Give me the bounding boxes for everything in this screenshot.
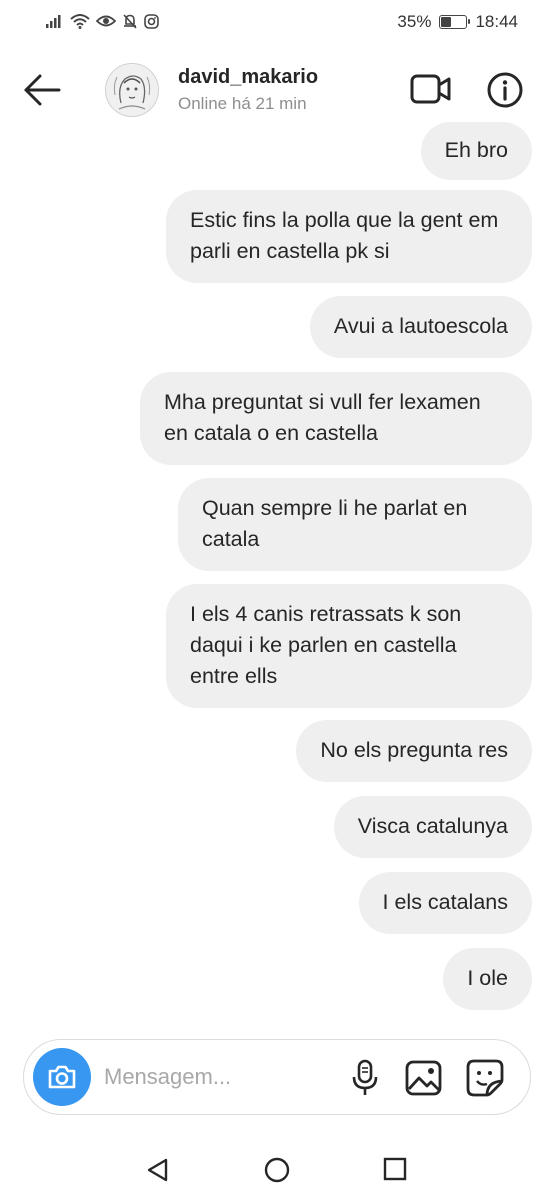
bell-off-icon bbox=[123, 14, 137, 29]
wifi-icon bbox=[70, 14, 90, 29]
gallery-button[interactable] bbox=[404, 1058, 444, 1098]
back-button[interactable] bbox=[22, 70, 62, 110]
microphone-icon bbox=[352, 1059, 378, 1095]
image-icon bbox=[405, 1060, 442, 1096]
avatar[interactable] bbox=[105, 63, 159, 117]
message-bubble[interactable]: I ole bbox=[443, 948, 532, 1010]
message-bubble[interactable]: No els pregunta res bbox=[296, 720, 532, 782]
presence-status: Online há 21 min bbox=[178, 94, 307, 113]
triangle-back-icon bbox=[147, 1158, 168, 1182]
voice-message-button[interactable] bbox=[347, 1058, 383, 1098]
camera-icon bbox=[48, 1065, 76, 1089]
nav-recents-button[interactable] bbox=[382, 1156, 408, 1182]
sticker-button[interactable] bbox=[465, 1058, 505, 1098]
instagram-icon bbox=[144, 13, 159, 29]
sticker-icon bbox=[466, 1059, 504, 1097]
signal-icon bbox=[46, 15, 61, 28]
video-camera-icon bbox=[410, 74, 451, 104]
status-bar: 35% 18:44 bbox=[0, 0, 554, 46]
message-bubble[interactable]: Avui a lautoescola bbox=[309, 296, 532, 358]
message-bubble[interactable]: Estic fins la polla que la gent em parli… bbox=[166, 190, 532, 283]
square-recents-icon bbox=[383, 1157, 407, 1181]
message-bubble[interactable]: Quan sempre li he parlat en catala bbox=[178, 478, 532, 571]
status-right: 35% 18:44 bbox=[397, 12, 518, 32]
camera-button[interactable] bbox=[33, 1048, 91, 1106]
dm-screen: 35% 18:44 david_makario Online há 21 min… bbox=[0, 0, 554, 1200]
message-list[interactable]: Eh bro Estic fins la polla que la gent e… bbox=[0, 120, 554, 1030]
message-bubble[interactable]: I els 4 canis retrassats k son daqui i k… bbox=[166, 584, 532, 708]
nav-back-button[interactable] bbox=[144, 1156, 172, 1184]
info-button[interactable] bbox=[486, 71, 524, 109]
message-bubble[interactable]: Mha preguntat si vull fer lexamen en cat… bbox=[140, 372, 532, 465]
message-composer bbox=[23, 1039, 531, 1115]
eye-icon bbox=[96, 15, 116, 27]
clock: 18:44 bbox=[475, 12, 518, 31]
status-icons bbox=[46, 13, 159, 29]
nav-home-button[interactable] bbox=[263, 1156, 291, 1184]
message-bubble[interactable]: Visca catalunya bbox=[333, 796, 532, 858]
system-nav-bar bbox=[0, 1140, 554, 1200]
battery-percent: 35% bbox=[397, 12, 432, 31]
video-call-button[interactable] bbox=[410, 72, 452, 106]
contact-username[interactable]: david_makario bbox=[178, 66, 318, 89]
avatar-sketch-icon bbox=[107, 65, 157, 115]
arrow-left-icon bbox=[24, 74, 61, 106]
battery-icon bbox=[439, 15, 471, 29]
circle-home-icon bbox=[264, 1157, 290, 1183]
message-bubble[interactable]: Eh bro bbox=[420, 122, 532, 180]
message-input[interactable] bbox=[104, 1062, 334, 1092]
info-icon bbox=[487, 72, 523, 108]
message-bubble[interactable]: I els catalans bbox=[358, 872, 532, 934]
